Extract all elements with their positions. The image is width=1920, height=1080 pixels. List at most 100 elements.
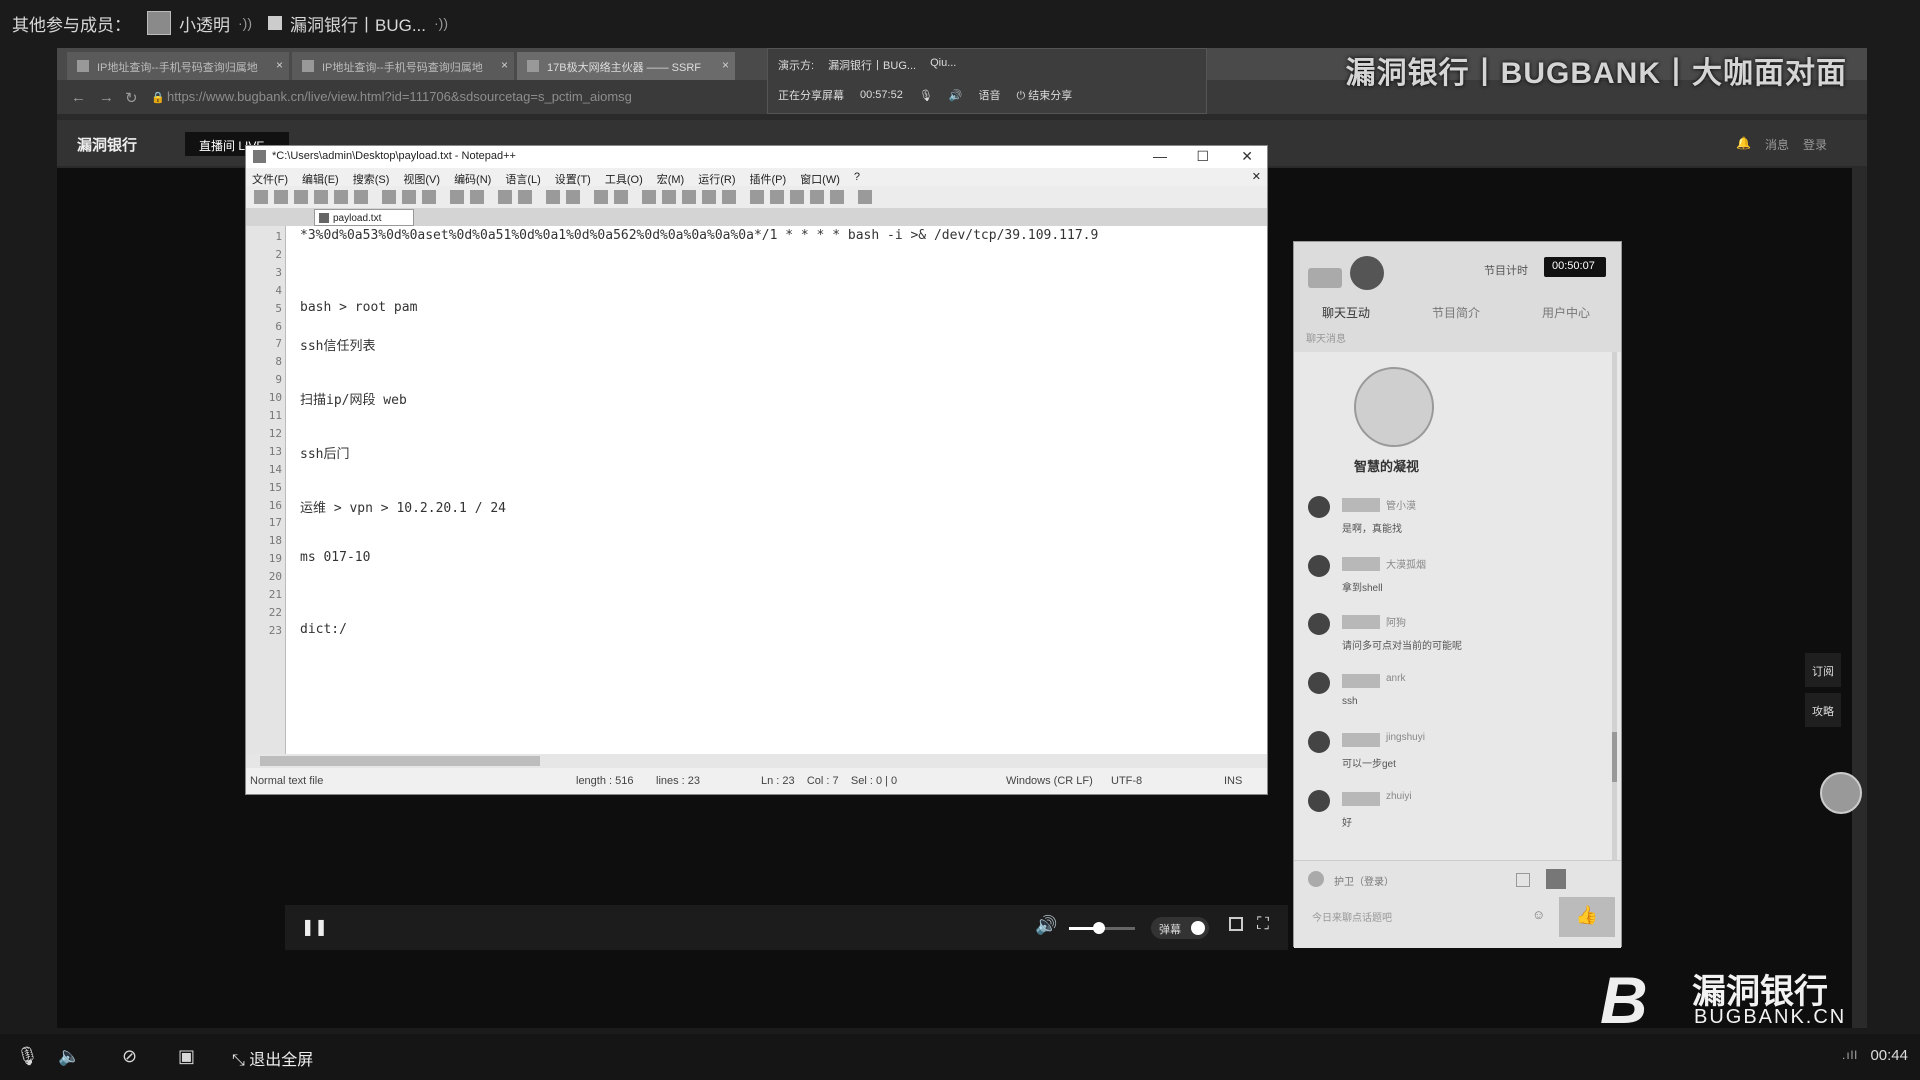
user-tag: zhuiyi xyxy=(1386,791,1412,802)
all-chars-icon[interactable] xyxy=(662,190,676,204)
assistant-avatar[interactable] xyxy=(1820,772,1862,814)
url-field[interactable]: https://www.bugbank.cn/live/view.html?id… xyxy=(167,89,632,104)
timer-label: 节目计时 xyxy=(1484,265,1528,277)
side-subscribe-button[interactable]: 订阅 xyxy=(1805,653,1841,687)
pip-icon[interactable] xyxy=(1229,917,1243,931)
open-icon[interactable] xyxy=(274,190,288,204)
pause-icon[interactable]: ❚❚ xyxy=(301,917,328,937)
volume-icon[interactable]: 🔊 xyxy=(1035,915,1057,936)
stop-icon[interactable] xyxy=(770,190,784,204)
file-tab[interactable]: payload.txt xyxy=(314,209,414,226)
undo-icon[interactable] xyxy=(450,190,464,204)
play-multi-icon[interactable] xyxy=(810,190,824,204)
tab-chat[interactable]: 聊天互动 xyxy=(1322,304,1370,321)
member-item[interactable]: 小透明 ·)) xyxy=(147,11,252,36)
side-guide-button[interactable]: 攻略 xyxy=(1805,693,1841,727)
forward-icon[interactable]: → xyxy=(99,89,114,106)
menu-encoding[interactable]: 编码(N) xyxy=(454,171,491,186)
volume-knob[interactable] xyxy=(1092,922,1105,934)
current-user: 护卫（登录） xyxy=(1334,877,1394,888)
close-doc-icon[interactable]: ✕ xyxy=(1252,170,1261,183)
menu-search[interactable]: 搜索(S) xyxy=(353,171,390,186)
site-logo[interactable]: 漏洞银行 xyxy=(77,134,137,155)
zoom-out-icon[interactable] xyxy=(566,190,580,204)
close-icon[interactable]: × xyxy=(722,58,729,72)
exit-fullscreen-button[interactable]: ⤡ 退出全屏 xyxy=(232,1046,313,1070)
scrollbar-thumb[interactable] xyxy=(260,756,540,766)
site-link-login[interactable]: 登录 xyxy=(1803,136,1827,153)
notepad-titlebar: *C:\Users\admin\Desktop\payload.txt - No… xyxy=(246,146,1267,168)
doc-map-icon[interactable] xyxy=(722,190,736,204)
close-icon[interactable]: × xyxy=(501,58,508,72)
indent-guide-icon[interactable] xyxy=(682,190,696,204)
menu-run[interactable]: 运行(R) xyxy=(698,171,735,186)
replace-icon[interactable] xyxy=(518,190,532,204)
line-number: 8 xyxy=(275,355,282,369)
stop-share-button[interactable]: ⏻ 结束分享 xyxy=(1017,87,1073,103)
close-icon[interactable]: × xyxy=(276,58,283,72)
reload-icon[interactable]: ↻ xyxy=(125,89,138,107)
screen-share-icon[interactable]: ▣ xyxy=(178,1046,195,1067)
maximize-icon[interactable]: ☐ xyxy=(1196,148,1209,165)
browser-tab[interactable]: IP地址查询--手机号码查询归属地 × xyxy=(67,52,289,80)
sync-h-icon[interactable] xyxy=(614,190,628,204)
close-icon[interactable]: ✕ xyxy=(1241,148,1253,165)
mic-label[interactable]: 语音 xyxy=(979,87,1001,103)
play-icon[interactable] xyxy=(790,190,804,204)
editor-area[interactable]: 1 2 3 4 5 6 7 8 9 10 11 12 13 14 15 16 17 18 19 20 21 22 23 *3… xyxy=(246,226,1267,754)
bell-icon[interactable]: 🔔 xyxy=(1736,136,1751,153)
wrap-icon[interactable] xyxy=(642,190,656,204)
site-link-messages[interactable]: 消息 xyxy=(1765,136,1789,153)
image-icon[interactable] xyxy=(1516,873,1530,887)
mic-icon[interactable]: 🎙 xyxy=(919,89,933,102)
copy-icon[interactable] xyxy=(402,190,416,204)
cut-icon[interactable] xyxy=(382,190,396,204)
line-number: 4 xyxy=(275,283,282,297)
camera-off-icon[interactable]: ⊘ xyxy=(122,1046,137,1067)
menu-edit[interactable]: 编辑(E) xyxy=(302,171,339,186)
udl-icon[interactable] xyxy=(702,190,716,204)
speaker-icon[interactable]: 🔊 xyxy=(949,89,963,102)
chat-input[interactable]: 今日来聊点话题吧 xyxy=(1312,909,1392,924)
browser-tab[interactable]: IP地址查询--手机号码查询归属地 × xyxy=(292,52,514,80)
menu-macro[interactable]: 宏(M) xyxy=(657,171,685,186)
emoji-icon[interactable]: ☺ xyxy=(1532,907,1545,922)
member-item[interactable]: 漏洞银行丨BUG... ·)) xyxy=(268,11,448,36)
chat-scrollbar[interactable] xyxy=(1612,352,1617,862)
menu-view[interactable]: 视图(V) xyxy=(403,171,440,186)
find-icon[interactable] xyxy=(498,190,512,204)
back-icon[interactable]: ← xyxy=(71,89,86,106)
save-all-icon[interactable] xyxy=(314,190,328,204)
tab-intro[interactable]: 节目简介 xyxy=(1432,304,1480,321)
zoom-in-icon[interactable] xyxy=(546,190,560,204)
save-macro-icon[interactable] xyxy=(830,190,844,204)
print-icon[interactable] xyxy=(354,190,368,204)
close-file-icon[interactable] xyxy=(334,190,348,204)
browser-tab-active[interactable]: 17B极大网络主伙器 —— SSRF × xyxy=(517,52,735,80)
mic-muted-icon[interactable]: 🎙 xyxy=(16,1046,39,1067)
menu-plugins[interactable]: 插件(P) xyxy=(750,171,787,186)
paste-icon[interactable] xyxy=(422,190,436,204)
menu-language[interactable]: 语言(L) xyxy=(505,171,540,186)
record-icon[interactable] xyxy=(750,190,764,204)
menu-help[interactable]: ? xyxy=(854,171,860,186)
menu-tools[interactable]: 工具(O) xyxy=(605,171,643,186)
redo-icon[interactable] xyxy=(470,190,484,204)
danmu-toggle[interactable]: 弹幕 xyxy=(1151,917,1209,939)
sync-v-icon[interactable] xyxy=(594,190,608,204)
menu-window[interactable]: 窗口(W) xyxy=(800,171,840,186)
minimize-icon[interactable]: — xyxy=(1153,148,1167,164)
gift-icon[interactable] xyxy=(1546,869,1566,889)
save-icon[interactable] xyxy=(294,190,308,204)
fullscreen-icon[interactable]: ⛶ xyxy=(1257,914,1269,934)
volume-slider[interactable] xyxy=(1069,922,1135,934)
speaker-icon[interactable]: 🔈 xyxy=(58,1046,80,1067)
scrollbar-thumb[interactable] xyxy=(1612,732,1617,782)
tab-user-center[interactable]: 用户中心 xyxy=(1542,304,1590,321)
spellcheck-icon[interactable] xyxy=(858,190,872,204)
like-button[interactable]: 👍 xyxy=(1559,897,1615,937)
menu-settings[interactable]: 设置(T) xyxy=(555,171,591,186)
menu-file[interactable]: 文件(F) xyxy=(252,171,288,186)
horizontal-scrollbar[interactable] xyxy=(246,754,1267,768)
new-icon[interactable] xyxy=(254,190,268,204)
